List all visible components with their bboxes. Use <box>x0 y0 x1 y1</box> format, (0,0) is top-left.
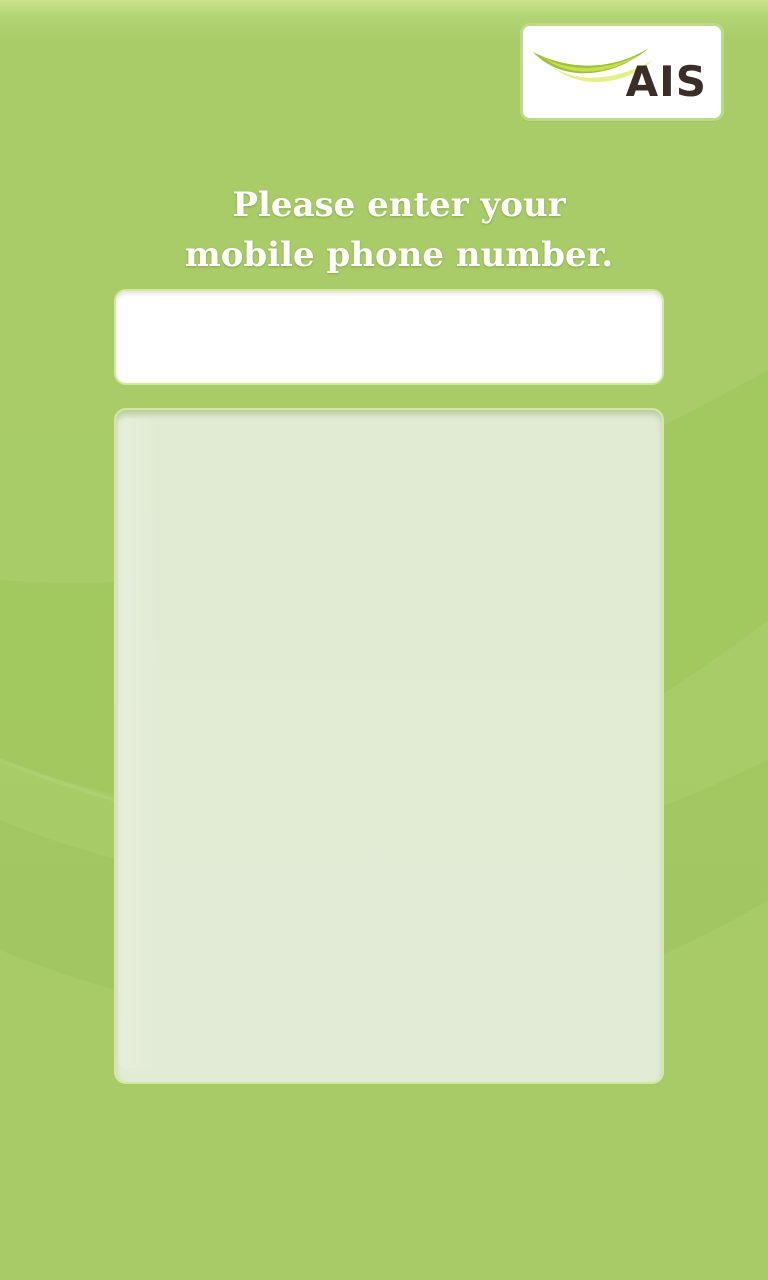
title-line-2: mobile phone number. <box>184 235 614 275</box>
title-line-1: Please enter your <box>232 185 566 225</box>
panel-glow <box>118 418 158 1068</box>
ais-logo-text: AIS <box>625 57 707 106</box>
ais-logo: AIS <box>523 26 721 118</box>
phone-number-input[interactable] <box>114 289 664 385</box>
app-screen: AIS Please enter your mobile phone numbe… <box>0 0 768 1280</box>
keypad-panel <box>114 408 664 1084</box>
page-title: Please enter your mobile phone number. <box>0 180 768 280</box>
